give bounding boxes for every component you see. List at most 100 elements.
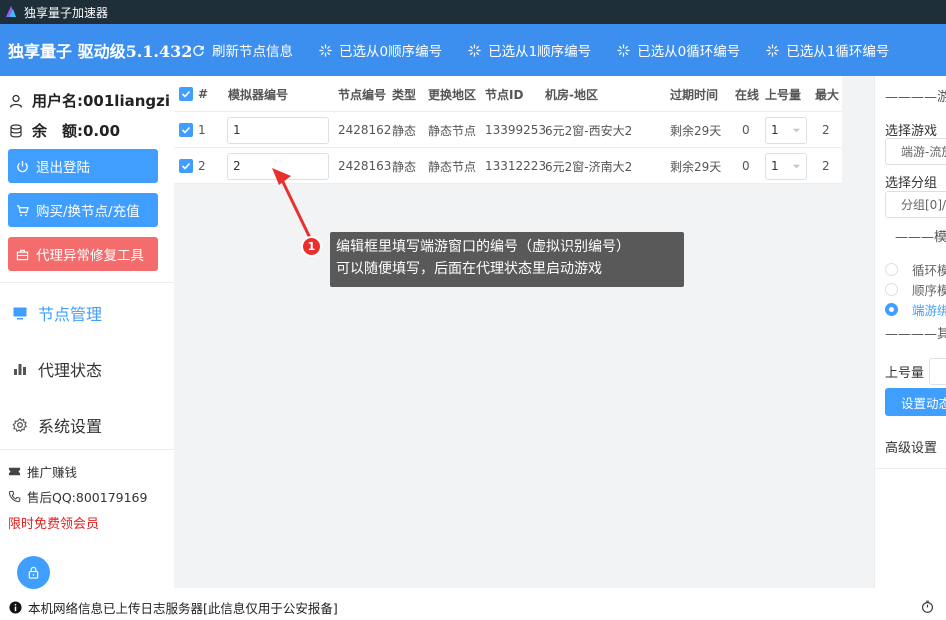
node-type: 静态 <box>392 159 417 174</box>
room-region: 6元2窗-济南大2 <box>545 159 633 174</box>
nav-proxy-status-label: 代理状态 <box>38 361 103 380</box>
column-header: 节点ID <box>485 87 524 102</box>
sparkle-icon <box>617 43 630 57</box>
brand-title: 独享量子 驱动级5.1.432 <box>8 42 193 61</box>
cart-icon <box>16 204 29 216</box>
radio-dot <box>885 263 898 276</box>
app-header: 独享量子 驱动级5.1.432 刷新节点信息 已选从0顺序编号 已选从1顺序编号… <box>0 24 946 76</box>
bar-chart-icon <box>14 364 26 375</box>
promote-link[interactable]: 推广赚钱 <box>8 462 77 481</box>
column-header: # <box>198 87 209 101</box>
online-count: 0 <box>742 159 750 173</box>
loop-from-0-button[interactable]: 已选从0循环编号 <box>617 40 740 60</box>
row-checkbox[interactable] <box>179 148 193 184</box>
sidebar-divider <box>0 449 174 450</box>
advanced-settings[interactable]: 高级设置 <box>885 437 937 456</box>
mode-radio-loop[interactable]: 循环模 <box>885 260 946 279</box>
annotation-tooltip: 编辑框里填写端游窗口的编号（虚拟识别编号） 可以随便填写，后面在代理状态里启动游… <box>330 232 684 287</box>
mode-radio-label: 循环模 <box>912 263 946 278</box>
login-count-select[interactable]: 1 <box>765 152 807 180</box>
toolbox-icon <box>16 249 29 260</box>
refresh-nodes-button[interactable]: 刷新节点信息 <box>192 40 293 60</box>
max-count: 2 <box>822 123 830 137</box>
mode-radio-label: 顺序模 <box>912 283 946 298</box>
buy-nodes-button[interactable]: 购买/换节点/充值 <box>8 193 158 227</box>
set-dynamic-label: 设置动态 <box>901 395 946 411</box>
phone-icon <box>8 490 21 503</box>
column-header: 更换地区 <box>428 87 477 102</box>
select-all-checkbox[interactable] <box>179 76 193 112</box>
timer-icon[interactable] <box>921 600 934 613</box>
expire-time: 剩余29天 <box>670 123 722 138</box>
online-count: 0 <box>742 123 750 137</box>
node-table-area: # 模拟器编号 节点编号 类型 更换地区 节点ID 机房-地区 过期时间 在线 … <box>174 76 874 588</box>
status-text: 本机网络信息已上传日志服务器[此信息仅用于公安报备] <box>28 600 338 616</box>
app-logo-icon <box>4 5 18 19</box>
row-index: 1 <box>198 123 206 137</box>
username-row: 用户名:001liangzi <box>9 90 170 111</box>
chevron-down-icon <box>792 164 801 168</box>
table-row: 1 2428162 静态 静态节点 13399253 6元2窗-西安大2 剩余2… <box>174 112 842 148</box>
proxy-repair-label: 代理异常修复工具 <box>36 248 144 264</box>
mode-radio-label: 端游绑 <box>912 303 946 318</box>
login-count-label: 上号量 <box>885 366 925 381</box>
select-group-dropdown[interactable]: 分组[0]/ <box>885 191 946 218</box>
logout-button[interactable]: 退出登陆 <box>8 149 158 183</box>
radio-dot <box>885 283 898 296</box>
node-table: # 模拟器编号 节点编号 类型 更换地区 节点ID 机房-地区 过期时间 在线 … <box>174 76 842 184</box>
emulator-number-input[interactable] <box>227 116 329 144</box>
power-icon <box>17 160 28 172</box>
loop-from-0-label: 已选从0循环编号 <box>637 44 741 60</box>
column-header: 机房-地区 <box>545 87 598 102</box>
table-header-row: # 模拟器编号 节点编号 类型 更换地区 节点ID 机房-地区 过期时间 在线 … <box>174 76 842 112</box>
login-count-value: 1 <box>771 159 779 173</box>
column-header: 类型 <box>392 87 417 102</box>
proxy-repair-button[interactable]: 代理异常修复工具 <box>8 237 158 271</box>
section-other-heading: ————其 <box>885 327 946 342</box>
ticket-icon <box>8 467 21 476</box>
select-group-label: 选择分组 <box>885 176 938 191</box>
loop-from-1-button[interactable]: 已选从1循环编号 <box>766 40 889 60</box>
login-count-cell: 1 <box>765 112 807 148</box>
change-region[interactable]: 静态节点 <box>428 148 476 184</box>
max-count: 2 <box>822 159 830 173</box>
login-count-input[interactable] <box>929 358 946 385</box>
mode-radio-sequence[interactable]: 顺序模 <box>885 280 946 299</box>
row-index: 2 <box>198 159 206 173</box>
node-type: 静态 <box>392 123 417 138</box>
nav-system-settings[interactable]: 系统设置 <box>12 413 102 437</box>
node-id: 13312223 <box>485 159 547 173</box>
column-header: 在线 <box>735 87 760 102</box>
monitor-icon <box>13 307 27 320</box>
nav-proxy-status[interactable]: 代理状态 <box>12 357 102 381</box>
node-number: 2428162 <box>338 123 392 137</box>
window-title: 独享量子加速器 <box>24 5 109 20</box>
nav-node-management[interactable]: 节点管理 <box>12 301 102 325</box>
emulator-number-input[interactable] <box>227 152 329 180</box>
change-region[interactable]: 静态节点 <box>428 112 476 148</box>
nav-node-management-label: 节点管理 <box>38 305 103 324</box>
chevron-down-icon <box>792 128 801 132</box>
login-count-select[interactable]: 1 <box>765 116 807 144</box>
radio-dot <box>885 303 898 316</box>
mode-radio-client-bind[interactable]: 端游绑 <box>885 300 946 319</box>
set-dynamic-button[interactable]: 设置动态 <box>885 388 946 416</box>
seq-from-1-label: 已选从1顺序编号 <box>488 44 592 60</box>
seq-from-1-button[interactable]: 已选从1顺序编号 <box>468 40 591 60</box>
logout-label: 退出登陆 <box>36 160 90 176</box>
free-vip-link[interactable]: 限时免费领会员 <box>8 513 99 532</box>
lock-icon <box>28 566 39 579</box>
emulator-number-cell <box>227 148 329 184</box>
expire-time: 剩余29天 <box>670 159 722 174</box>
coins-icon <box>10 123 22 137</box>
lock-button[interactable] <box>17 556 50 589</box>
sparkle-icon <box>319 43 332 57</box>
column-header: 节点编号 <box>338 87 387 102</box>
select-game-dropdown[interactable]: 端游-流放 <box>885 138 946 165</box>
select-game-value: 端游-流放 <box>901 145 946 159</box>
row-checkbox[interactable] <box>179 112 193 148</box>
seq-from-0-button[interactable]: 已选从0顺序编号 <box>319 40 442 60</box>
sidebar-divider <box>0 282 174 283</box>
node-number: 2428163 <box>338 159 392 173</box>
gear-icon <box>12 417 28 433</box>
